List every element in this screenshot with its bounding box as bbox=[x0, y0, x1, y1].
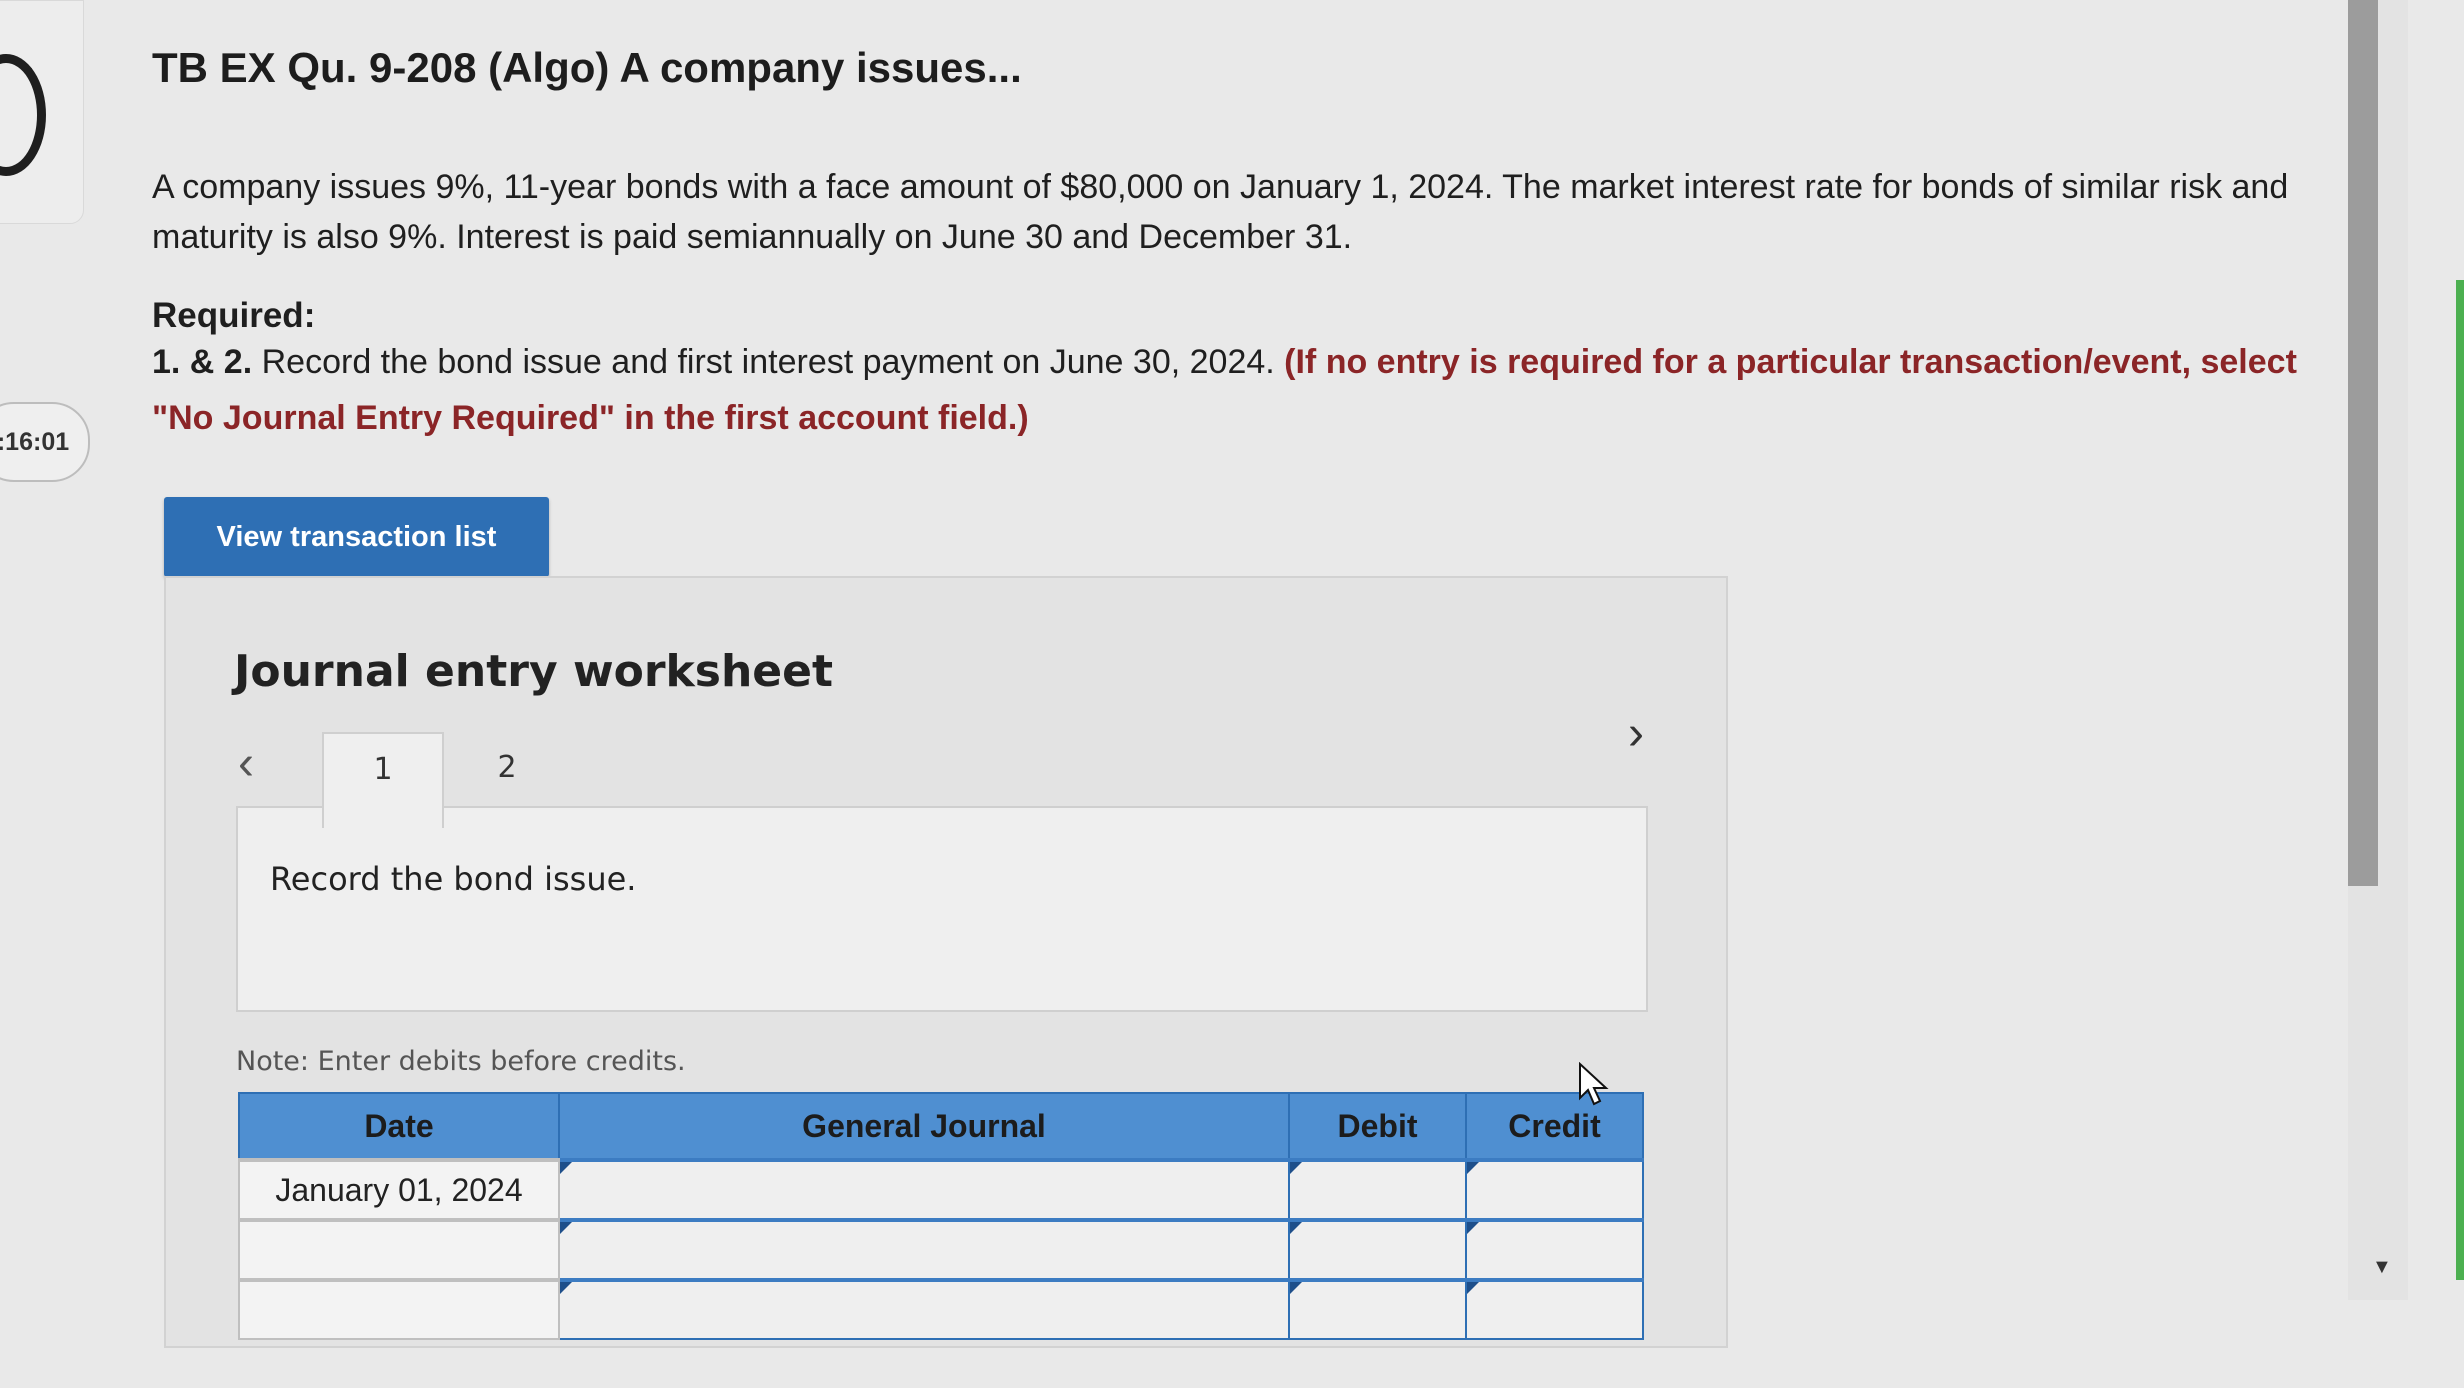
journal-header-row: Date General Journal Debit Credit bbox=[238, 1092, 1644, 1161]
debit-header: Debit bbox=[1288, 1092, 1467, 1161]
worksheet-title: Journal entry worksheet bbox=[234, 646, 834, 697]
question-title: TB EX Qu. 9-208 (Algo) A company issues.… bbox=[152, 44, 1022, 91]
general-journal-header: General Journal bbox=[558, 1092, 1290, 1161]
mouse-cursor-icon bbox=[1579, 1062, 1609, 1106]
requirement-text: Record the bond issue and first interest… bbox=[261, 343, 1275, 381]
table-row: January 01, 2024 bbox=[238, 1158, 1644, 1221]
table-row bbox=[238, 1218, 1644, 1281]
debit-field[interactable] bbox=[1288, 1218, 1467, 1281]
journal-entry-worksheet: Journal entry worksheet ‹ 1 2 › Record t… bbox=[164, 576, 1728, 1348]
view-transaction-list-button[interactable]: View transaction list bbox=[164, 497, 549, 577]
chevron-left-icon[interactable]: ‹ bbox=[238, 740, 274, 788]
tab-content-panel: Record the bond issue. bbox=[236, 806, 1648, 1012]
account-field[interactable] bbox=[558, 1158, 1290, 1221]
entry-note: Note: Enter debits before credits. bbox=[236, 1046, 686, 1077]
date-cell[interactable]: January 01, 2024 bbox=[238, 1158, 560, 1221]
required-instruction: 1. & 2. Record the bond issue and first … bbox=[152, 334, 2342, 446]
credit-header: Credit bbox=[1465, 1092, 1644, 1161]
chevron-right-icon[interactable]: › bbox=[1628, 710, 1664, 758]
right-edge-strip bbox=[2456, 280, 2464, 1280]
date-header: Date bbox=[238, 1092, 560, 1161]
account-field[interactable] bbox=[558, 1218, 1290, 1281]
table-row bbox=[238, 1278, 1644, 1340]
scrollbar-thumb[interactable] bbox=[2348, 0, 2378, 886]
account-field[interactable] bbox=[558, 1278, 1290, 1340]
credit-field[interactable] bbox=[1465, 1278, 1644, 1340]
timer-badge: :16:01 bbox=[0, 402, 90, 482]
debit-field[interactable] bbox=[1288, 1158, 1467, 1221]
tab-1[interactable]: 1 bbox=[322, 732, 444, 828]
debit-field[interactable] bbox=[1288, 1278, 1467, 1340]
date-cell[interactable] bbox=[238, 1218, 560, 1281]
tab-instruction: Record the bond issue. bbox=[270, 860, 637, 898]
question-intro: A company issues 9%, 11-year bonds with … bbox=[152, 168, 2289, 256]
date-cell[interactable] bbox=[238, 1278, 560, 1340]
credit-field[interactable] bbox=[1465, 1158, 1644, 1221]
requirement-number: 1. & 2. bbox=[152, 343, 253, 381]
journal-table: Date General Journal Debit Credit Januar… bbox=[238, 1092, 1644, 1340]
credit-field[interactable] bbox=[1465, 1218, 1644, 1281]
required-label: Required: bbox=[152, 296, 316, 335]
scroll-down-icon[interactable]: ▼ bbox=[2372, 1256, 2392, 1279]
